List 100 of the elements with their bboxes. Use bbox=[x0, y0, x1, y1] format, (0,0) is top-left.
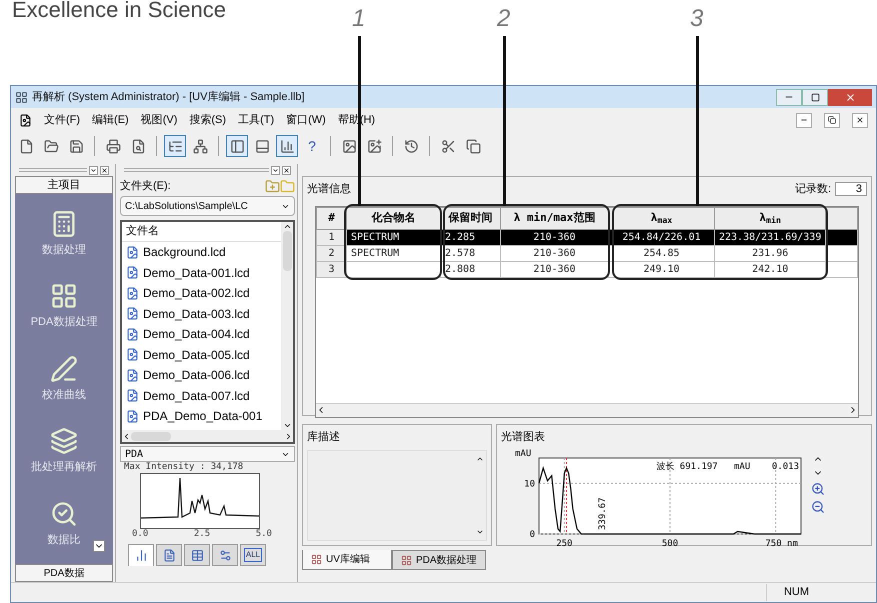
table-cell: 254.85 bbox=[608, 245, 714, 261]
tree-icon bbox=[168, 138, 182, 154]
document-tab[interactable]: UV库编辑 bbox=[302, 550, 392, 570]
minimize-button[interactable] bbox=[796, 112, 812, 128]
description-field[interactable] bbox=[307, 450, 487, 541]
panel-tab[interactable]: ALL bbox=[240, 544, 266, 566]
file-item[interactable]: Demo_Data-003.lcd bbox=[122, 304, 281, 324]
scroll-left-icon[interactable] bbox=[122, 432, 131, 440]
page-icon bbox=[18, 138, 34, 154]
x-tick-label: 750 nm bbox=[765, 538, 798, 548]
column-header[interactable]: 化合物名 bbox=[346, 207, 440, 229]
bar-chart-icon bbox=[134, 549, 148, 562]
dropdown-icon[interactable] bbox=[93, 540, 105, 552]
scroll-thumb[interactable] bbox=[131, 432, 171, 440]
panel-tab[interactable] bbox=[128, 544, 154, 566]
file-item[interactable]: Demo_Data-001.lcd bbox=[122, 262, 281, 283]
table-row[interactable]: 2 SPECTRUM 2.578 210-360 254.85 231.96 bbox=[316, 245, 858, 261]
column-header[interactable]: λ min/max范围 bbox=[500, 207, 608, 229]
table-cell: 223.38/231.69/339 bbox=[714, 229, 826, 245]
dropdown-icon[interactable] bbox=[271, 166, 280, 174]
table-cell: 231.96 bbox=[714, 245, 826, 261]
file-item[interactable]: Demo_Data-006.lcd bbox=[122, 365, 281, 386]
file-item[interactable]: PDA_Demo_Data-001 bbox=[122, 406, 281, 426]
record-count-label: 记录数: bbox=[794, 182, 831, 197]
scroll-thumb[interactable] bbox=[282, 231, 292, 271]
dropdown-icon[interactable] bbox=[89, 166, 98, 174]
file-item[interactable]: Demo_Data-004.lcd bbox=[122, 324, 281, 344]
zoom-in-icon[interactable] bbox=[811, 482, 825, 496]
close-button[interactable] bbox=[852, 112, 868, 128]
table-cell: 2.285 bbox=[440, 229, 500, 245]
document-tab[interactable]: PDA数据处理 bbox=[392, 550, 486, 570]
settings-icon bbox=[218, 548, 232, 562]
close-icon[interactable] bbox=[100, 166, 109, 174]
mode-dropdown[interactable]: PDA bbox=[120, 446, 295, 462]
column-header[interactable]: λ$_{max}$ bbox=[608, 207, 714, 229]
scroll-up-icon[interactable] bbox=[282, 222, 292, 231]
file-icon bbox=[126, 368, 139, 382]
panel-tab[interactable] bbox=[184, 544, 210, 566]
x-tick-label: 250 bbox=[556, 538, 572, 548]
file-item[interactable]: Demo_Data-007.lcd bbox=[122, 386, 281, 406]
close-button[interactable] bbox=[828, 88, 872, 106]
zoom-out-icon[interactable] bbox=[811, 500, 825, 514]
callout-number: 3 bbox=[690, 6, 704, 30]
axis-tick-label: 2.5 bbox=[194, 529, 210, 540]
help-button[interactable]: ? bbox=[301, 135, 323, 157]
file-icon bbox=[126, 266, 139, 280]
table-cell: 254.84/226.01 bbox=[608, 229, 714, 245]
history-icon bbox=[404, 138, 418, 154]
restore-icon bbox=[828, 116, 836, 124]
scroll-down-icon[interactable] bbox=[476, 528, 484, 536]
file-icon bbox=[126, 307, 139, 320]
scroll-down-icon[interactable] bbox=[282, 421, 292, 430]
file-icon bbox=[126, 348, 139, 362]
document-icon bbox=[19, 114, 32, 126]
file-icon bbox=[126, 328, 139, 341]
pen-icon bbox=[50, 354, 78, 383]
menu-item[interactable]: 工具(T) bbox=[238, 112, 274, 128]
menu-item[interactable]: 编辑(E) bbox=[92, 112, 129, 128]
close-icon bbox=[856, 116, 864, 124]
menu-item[interactable]: 文件(F) bbox=[44, 112, 80, 128]
panel-tab[interactable] bbox=[156, 544, 182, 566]
menu-item[interactable]: 搜索(S) bbox=[189, 112, 226, 128]
file-item[interactable]: Background.lcd bbox=[122, 242, 281, 262]
cursor-readout: 波长 691.197 mAU 0.013 bbox=[656, 462, 799, 472]
path-dropdown[interactable]: C:\LabSolutions\Sample\LC bbox=[120, 196, 295, 216]
grid-icon bbox=[401, 554, 412, 566]
record-count-field: 3 bbox=[835, 182, 867, 196]
table-row[interactable]: 1 SPECTRUM 2.285 210-360 254.84/226.01 223.38/231.69/339 bbox=[316, 229, 858, 245]
toolbar-button[interactable] bbox=[164, 135, 186, 157]
menu-item[interactable]: 窗口(W) bbox=[286, 112, 326, 128]
restore-button[interactable] bbox=[824, 112, 840, 128]
y-tick-label: 10 bbox=[524, 478, 535, 489]
scrollbar[interactable] bbox=[281, 222, 293, 430]
maximize-icon bbox=[810, 92, 820, 102]
panel-title: 库描述 bbox=[307, 430, 341, 445]
y-tick-label: 0 bbox=[530, 530, 535, 540]
table-icon bbox=[190, 548, 204, 562]
menu-item[interactable]: 视图(V) bbox=[140, 112, 178, 128]
file-item[interactable]: Demo_Data-002.lcd bbox=[122, 283, 281, 304]
file-item[interactable]: Demo_Data-005.lcd bbox=[122, 344, 281, 365]
scrollbar[interactable] bbox=[122, 430, 293, 442]
printer-icon bbox=[106, 138, 120, 154]
file-icon bbox=[126, 246, 139, 259]
table-row[interactable]: 3 2.808 210-360 249.10 242.10 bbox=[316, 261, 858, 277]
nav-footer[interactable]: PDA数据 bbox=[15, 564, 113, 582]
document-icon bbox=[162, 548, 176, 562]
file-icon bbox=[126, 389, 139, 402]
column-header[interactable]: # bbox=[316, 207, 346, 229]
folder-label: 文件夹(E): bbox=[120, 178, 171, 194]
toolbar-button[interactable] bbox=[276, 135, 298, 157]
status-num: NUM bbox=[766, 584, 826, 601]
column-header[interactable]: 保留时间 bbox=[440, 207, 500, 229]
close-icon[interactable] bbox=[282, 166, 291, 174]
panel-tab[interactable] bbox=[212, 544, 238, 566]
scroll-right-icon[interactable] bbox=[284, 432, 293, 440]
toolbar-button[interactable] bbox=[226, 135, 248, 157]
network-icon bbox=[192, 138, 208, 154]
column-header[interactable]: λ$_{min}$ bbox=[714, 207, 826, 229]
maximize-button[interactable] bbox=[802, 88, 828, 106]
scissors-icon bbox=[440, 138, 456, 154]
